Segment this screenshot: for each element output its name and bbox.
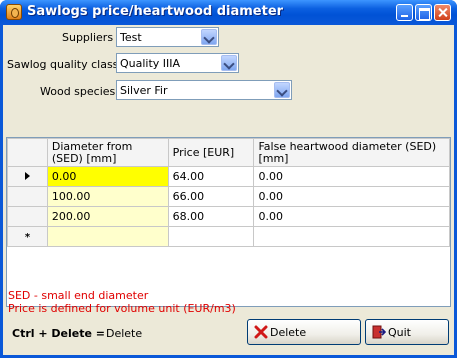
row-indicator[interactable] — [7, 166, 48, 187]
column-header-price[interactable]: Price [EUR] — [167, 138, 255, 167]
row-indicator[interactable]: * — [7, 226, 48, 247]
diameter-cell[interactable]: 0.00 — [46, 166, 169, 187]
chevron-down-icon[interactable] — [274, 82, 290, 98]
red-x-icon — [254, 325, 268, 339]
chevron-down-icon[interactable] — [201, 29, 217, 45]
quality-class-label: Sawlog quality class — [7, 58, 119, 71]
table-row[interactable]: 0.00 64.00 0.00 — [7, 166, 450, 187]
diameter-cell[interactable]: 100.00 — [46, 186, 169, 207]
new-row-marker-icon: * — [24, 232, 31, 243]
heartwood-cell[interactable] — [253, 226, 450, 247]
delete-button-label: Delete — [270, 326, 307, 339]
header-row: Diameter from (SED) [mm] Price [EUR] Fal… — [7, 138, 450, 167]
maximize-button[interactable] — [415, 4, 432, 21]
chevron-down-icon[interactable] — [221, 55, 237, 71]
price-cell[interactable]: 68.00 — [167, 206, 255, 227]
table-row[interactable]: 200.00 68.00 0.00 — [7, 206, 450, 227]
window-title: Sawlogs price/heartwood diameter — [27, 4, 284, 19]
minimize-button[interactable] — [396, 4, 413, 21]
quit-button-label: Quit — [388, 326, 411, 339]
quality-class-dropdown[interactable]: Quality IIIA — [116, 53, 239, 73]
heartwood-cell[interactable]: 0.00 — [253, 166, 450, 187]
price-unit-note: Price is defined for volume unit (EUR/m3… — [8, 302, 236, 315]
column-header-heartwood[interactable]: False heartwood diameter (SED) [mm] — [253, 138, 450, 167]
shortcut-action: Delete — [106, 327, 143, 340]
quality-class-value: Quality IIIA — [120, 57, 181, 70]
suppliers-label: Suppliers — [62, 31, 114, 44]
close-button[interactable] — [434, 4, 451, 21]
quit-button[interactable]: Quit — [365, 319, 449, 345]
price-cell[interactable]: 66.00 — [167, 186, 255, 207]
price-table: Diameter from (SED) [mm] Price [EUR] Fal… — [7, 138, 450, 247]
heartwood-cell[interactable]: 0.00 — [253, 206, 450, 227]
header-corner — [7, 138, 48, 167]
suppliers-value: Test — [120, 31, 142, 44]
wood-species-dropdown[interactable]: Silver Fir — [116, 80, 292, 100]
sed-note: SED - small end diameter — [8, 289, 149, 302]
sawlog-icon — [6, 4, 22, 20]
delete-button[interactable]: Delete — [247, 319, 361, 345]
diameter-cell[interactable]: 200.00 — [46, 206, 169, 227]
heartwood-cell[interactable]: 0.00 — [253, 186, 450, 207]
wood-species-label: Wood species — [40, 85, 116, 98]
diameter-cell[interactable] — [46, 226, 169, 247]
table-row[interactable]: 100.00 66.00 0.00 — [7, 186, 450, 207]
title-bar[interactable]: Sawlogs price/heartwood diameter — [0, 0, 457, 25]
suppliers-dropdown[interactable]: Test — [116, 27, 219, 47]
current-row-arrow-icon — [24, 172, 30, 180]
wood-species-value: Silver Fir — [120, 84, 168, 97]
price-cell[interactable] — [167, 226, 255, 247]
shortcut-keys: Ctrl + Delete = — [12, 327, 105, 340]
main-window: Sawlogs price/heartwood diameter Supplie… — [0, 0, 457, 358]
exit-door-icon — [372, 325, 386, 339]
row-indicator[interactable] — [7, 186, 48, 207]
price-cell[interactable]: 64.00 — [167, 166, 255, 187]
price-grid[interactable]: Diameter from (SED) [mm] Price [EUR] Fal… — [6, 137, 451, 307]
dialog-body: Suppliers Test Sawlog quality class Qual… — [3, 25, 454, 355]
column-header-diameter[interactable]: Diameter from (SED) [mm] — [46, 138, 169, 167]
row-indicator[interactable] — [7, 206, 48, 227]
new-row[interactable]: * — [7, 226, 450, 247]
